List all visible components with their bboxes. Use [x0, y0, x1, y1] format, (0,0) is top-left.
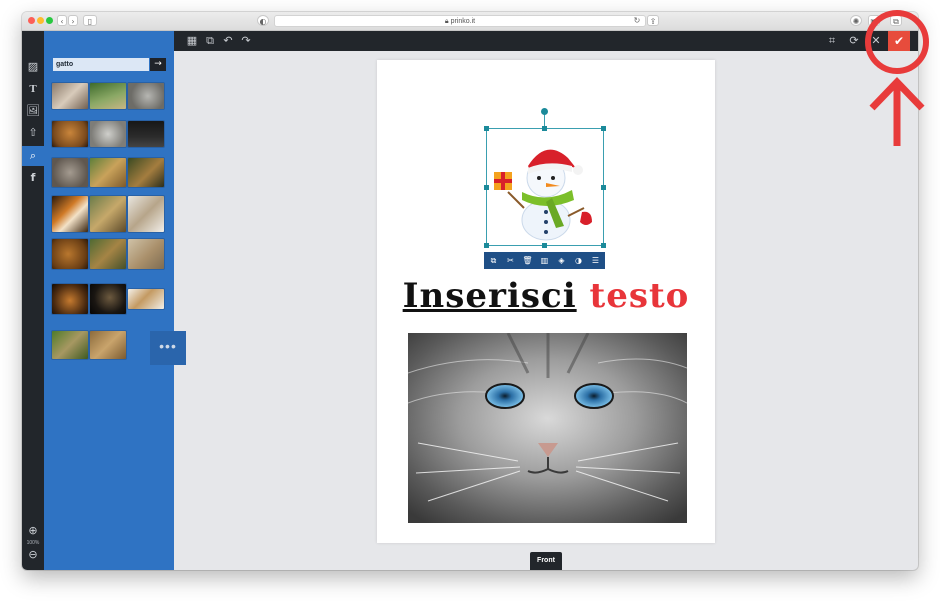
contrast-icon[interactable]: ◑ [571, 252, 586, 269]
resize-handle[interactable] [601, 126, 606, 131]
editor-toolbar: ▦ ⧉ ↶ ↷ ⌗ ⟳ ✕ ✔ [174, 31, 918, 51]
result-thumbnail[interactable] [90, 83, 126, 109]
minimize-window-button[interactable] [37, 17, 44, 24]
crop-icon[interactable]: ⌗ [824, 33, 840, 49]
upload-icon[interactable]: ⇧ [22, 123, 44, 143]
search-input[interactable] [53, 58, 149, 71]
privacy-icon[interactable]: ◐ [257, 15, 269, 26]
chart-icon[interactable]: ▥ [537, 252, 552, 269]
close-window-button[interactable] [28, 17, 35, 24]
resize-handle[interactable] [542, 126, 547, 131]
result-thumbnail[interactable] [128, 196, 164, 232]
layout-icon[interactable]: ▦ [184, 33, 200, 49]
maximize-window-button[interactable] [46, 17, 53, 24]
result-thumbnail[interactable] [52, 121, 88, 147]
headline-word-2: testo [589, 276, 690, 316]
cut-icon[interactable]: ✂ [503, 252, 518, 269]
cat-photo[interactable] [408, 333, 687, 523]
result-thumbnail[interactable] [90, 196, 126, 232]
result-thumbnail[interactable] [52, 196, 88, 232]
layers-icon[interactable]: ◈ [554, 252, 569, 269]
left-rail: ▨ T 🖼︎ ⇧ ⌕ f ⊕ 100% ⊖ [22, 31, 44, 570]
result-thumbnail[interactable] [90, 284, 126, 314]
result-thumbnail[interactable] [90, 121, 126, 147]
result-thumbnail[interactable] [90, 158, 126, 187]
load-more-button[interactable]: ••• [150, 331, 186, 365]
image-icon[interactable]: 🖼︎ [22, 101, 44, 121]
reload-icon[interactable]: ↻ [632, 15, 642, 26]
redo-icon[interactable]: ↷ [238, 33, 254, 49]
address-text: prinko.it [450, 18, 476, 25]
result-thumbnail[interactable] [52, 284, 88, 314]
resize-handle[interactable] [601, 243, 606, 248]
extension-icon[interactable]: ✺ [850, 15, 862, 26]
resize-handle[interactable] [601, 185, 606, 190]
facebook-icon[interactable]: f [22, 168, 44, 188]
result-thumbnail[interactable] [128, 158, 164, 187]
checkmark-icon: ✔ [893, 34, 905, 48]
zoom-out-icon[interactable]: ⊖ [22, 545, 44, 565]
search-icon[interactable]: ⌕ [22, 146, 44, 166]
refresh-icon[interactable]: ⟳ [846, 33, 862, 49]
browser-chrome: ‹ › ▯ ◐ 🔒︎ prinko.it ↻ ⇪ ✺ ▣ ⧉ [22, 12, 918, 31]
search-panel: → ••• [44, 31, 186, 570]
copy-icon[interactable]: ⧉ [486, 252, 501, 269]
design-page[interactable]: ⧉ ✂ 🗑︎ ▥ ◈ ◑ ☰ Inserisci testo [377, 60, 715, 543]
headline-text[interactable]: Inserisci testo [377, 276, 715, 316]
side-tab-front[interactable]: Front [530, 552, 562, 570]
resize-handle[interactable] [484, 243, 489, 248]
element-context-toolbar: ⧉ ✂ 🗑︎ ▥ ◈ ◑ ☰ [484, 252, 605, 269]
forward-icon[interactable]: › [68, 15, 78, 26]
resize-handle[interactable] [484, 185, 489, 190]
headline-word-1: Inserisci [402, 276, 577, 316]
tabs-icon[interactable]: ▣ [868, 15, 880, 26]
result-thumbnail[interactable] [128, 239, 164, 269]
share-icon[interactable]: ⇪ [647, 15, 659, 26]
confirm-button[interactable]: ✔ [888, 31, 910, 51]
undo-icon[interactable]: ↶ [220, 33, 236, 49]
result-thumbnail[interactable] [52, 158, 88, 187]
rotate-handle[interactable] [541, 108, 548, 115]
result-thumbnail[interactable] [52, 83, 88, 109]
selection-frame [486, 128, 604, 246]
result-thumbnail[interactable] [128, 121, 164, 147]
resize-handle[interactable] [542, 243, 547, 248]
result-thumbnail[interactable] [52, 331, 88, 359]
text-icon[interactable]: T [22, 79, 44, 99]
resize-handle[interactable] [484, 126, 489, 131]
lock-icon: 🔒︎ [444, 18, 449, 25]
duplicate-icon[interactable]: ⧉ [202, 33, 218, 49]
new-tab-icon[interactable]: ⧉ [890, 15, 902, 26]
pattern-icon[interactable]: ▨ [22, 57, 44, 77]
search-submit-button[interactable]: → [150, 58, 166, 71]
result-thumbnail[interactable] [90, 239, 126, 269]
adjust-icon[interactable]: ☰ [588, 252, 603, 269]
browser-window: ‹ › ▯ ◐ 🔒︎ prinko.it ↻ ⇪ ✺ ▣ ⧉ ▦ ⧉ ↶ ↷ ⌗… [22, 12, 918, 570]
result-thumbnail[interactable] [128, 289, 164, 309]
result-thumbnail[interactable] [128, 83, 164, 109]
delete-icon[interactable]: 🗑︎ [520, 252, 535, 269]
address-bar[interactable]: 🔒︎ prinko.it [274, 15, 646, 27]
zoom-in-icon[interactable]: ⊕ [22, 521, 44, 541]
back-icon[interactable]: ‹ [57, 15, 67, 26]
sidebar-toggle-icon[interactable]: ▯ [83, 15, 97, 26]
close-icon[interactable]: ✕ [868, 33, 884, 49]
result-thumbnail[interactable] [52, 239, 88, 269]
result-thumbnail[interactable] [90, 331, 126, 359]
